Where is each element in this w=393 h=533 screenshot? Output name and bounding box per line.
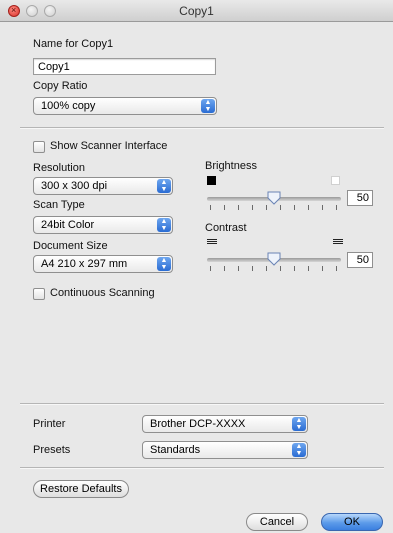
- tick: [266, 266, 267, 271]
- name-label: Name for Copy1: [33, 38, 114, 50]
- tick: [224, 266, 225, 271]
- brightness-label: Brightness: [205, 160, 257, 172]
- popup-arrows-icon: ▲ ▼: [157, 179, 171, 193]
- ok-button[interactable]: OK: [321, 513, 383, 531]
- name-field[interactable]: Copy1: [33, 58, 216, 75]
- brightness-low-icon: [207, 176, 216, 185]
- tick: [224, 205, 225, 210]
- document-size-label: Document Size: [33, 240, 108, 252]
- printer-label: Printer: [33, 418, 66, 430]
- contrast-label: Contrast: [205, 222, 247, 234]
- show-scanner-interface-checkbox[interactable]: [33, 141, 45, 153]
- tick: [266, 205, 267, 210]
- scan-type-label: Scan Type: [33, 199, 85, 211]
- printer-popup[interactable]: Brother DCP-XXXX ▲ ▼: [142, 415, 308, 433]
- resolution-value: 300 x 300 dpi: [41, 180, 108, 192]
- popup-arrows-icon: ▲ ▼: [201, 99, 215, 113]
- presets-label: Presets: [33, 444, 71, 456]
- scan-type-value: 24bit Color: [41, 219, 95, 231]
- contrast-value-field[interactable]: 50: [347, 252, 373, 268]
- tick: [336, 205, 337, 210]
- title-bar: × Copy1: [0, 0, 393, 22]
- tick: [294, 205, 295, 210]
- copy-ratio-value: 100% copy: [41, 100, 96, 112]
- printer-value: Brother DCP-XXXX: [150, 418, 246, 430]
- tick: [238, 266, 239, 271]
- tick: [210, 205, 211, 210]
- tick: [252, 205, 253, 210]
- contrast-high-icon: [333, 239, 343, 248]
- popup-arrows-icon: ▲ ▼: [292, 443, 306, 457]
- brightness-value-field[interactable]: 50: [347, 190, 373, 206]
- tick: [280, 266, 281, 271]
- popup-arrows-icon: ▲ ▼: [157, 257, 171, 271]
- document-size-value: A4 210 x 297 mm: [41, 258, 128, 270]
- tick: [322, 205, 323, 210]
- tick: [336, 266, 337, 271]
- tick: [252, 266, 253, 271]
- scan-type-popup[interactable]: 24bit Color ▲ ▼: [33, 216, 173, 234]
- tick: [294, 266, 295, 271]
- contrast-slider-knob[interactable]: [267, 252, 281, 266]
- resolution-popup[interactable]: 300 x 300 dpi ▲ ▼: [33, 177, 173, 195]
- brightness-ticks: [210, 205, 338, 211]
- divider-top: [20, 127, 384, 129]
- continuous-scanning-label: Continuous Scanning: [50, 287, 155, 299]
- tick: [308, 266, 309, 271]
- popup-arrows-icon: ▲ ▼: [292, 417, 306, 431]
- presets-value: Standards: [150, 444, 201, 456]
- divider-bottom: [20, 467, 384, 469]
- contrast-ticks: [210, 266, 338, 272]
- divider-middle: [20, 403, 384, 405]
- document-size-popup[interactable]: A4 210 x 297 mm ▲ ▼: [33, 255, 173, 273]
- restore-defaults-button[interactable]: Restore Defaults: [33, 480, 129, 498]
- presets-popup[interactable]: Standards ▲ ▼: [142, 441, 308, 459]
- copy-ratio-label: Copy Ratio: [33, 80, 88, 92]
- show-scanner-interface-label: Show Scanner Interface: [50, 140, 168, 152]
- popup-arrows-icon: ▲ ▼: [157, 218, 171, 232]
- window-title: Copy1: [179, 4, 214, 18]
- tick: [322, 266, 323, 271]
- contrast-low-icon: [207, 239, 217, 248]
- tick: [280, 205, 281, 210]
- copy-ratio-popup[interactable]: 100% copy ▲ ▼: [33, 97, 217, 115]
- continuous-scanning-checkbox[interactable]: [33, 288, 45, 300]
- tick: [308, 205, 309, 210]
- tick: [238, 205, 239, 210]
- brightness-slider-knob[interactable]: [267, 191, 281, 205]
- resolution-label: Resolution: [33, 162, 85, 174]
- brightness-high-icon: [331, 176, 340, 185]
- tick: [210, 266, 211, 271]
- cancel-button[interactable]: Cancel: [246, 513, 308, 531]
